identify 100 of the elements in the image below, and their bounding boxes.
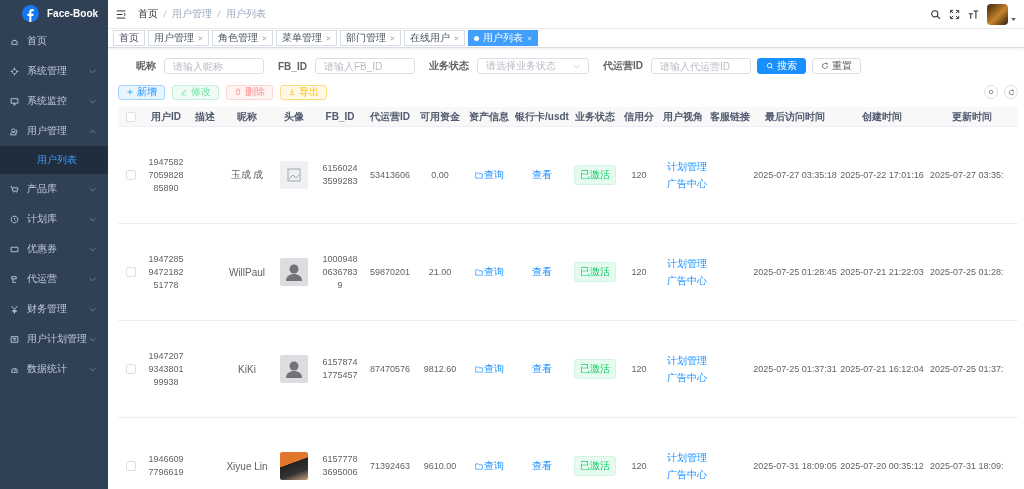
caret-icon[interactable]	[1011, 17, 1016, 21]
column-header: 昵称	[237, 110, 257, 122]
reset-button[interactable]: 重置	[811, 58, 861, 74]
search-button[interactable]: 搜索	[756, 58, 806, 74]
sidebar-item[interactable]: 优惠券	[0, 234, 108, 264]
table-cell: 53413606	[369, 170, 410, 180]
table-cell: 120	[631, 461, 647, 471]
sidebar-item[interactable]: 系统管理	[0, 56, 108, 86]
breadcrumb-item[interactable]: 首页	[138, 7, 158, 21]
column-header: FB_ID	[325, 111, 355, 122]
refresh-button[interactable]	[1004, 85, 1018, 99]
action-button[interactable]: 新增	[118, 84, 165, 100]
breadcrumb-item: 用户列表	[226, 7, 266, 21]
close-icon[interactable]	[326, 35, 331, 41]
fullscreen-icon[interactable]	[949, 8, 960, 20]
checkbox[interactable]	[126, 461, 136, 472]
checkbox[interactable]	[126, 364, 136, 375]
table-cell: 61560243599283	[322, 162, 358, 188]
query-link[interactable]: 查询	[474, 168, 504, 182]
link[interactable]: 广告中心	[667, 467, 707, 482]
sidebar-subitem[interactable]: 用户列表	[0, 146, 108, 174]
link[interactable]: 广告中心	[667, 176, 707, 191]
query-link[interactable]: 查询	[474, 265, 504, 279]
tab[interactable]: 菜单管理	[276, 30, 337, 46]
table-cell: 120	[631, 267, 647, 277]
column-header: 最后访问时间	[765, 110, 825, 122]
avatar-photo-placeholder[interactable]	[987, 3, 1008, 25]
table-cell: 100094806367839	[322, 252, 358, 292]
column-header: 创建时间	[862, 110, 902, 122]
link[interactable]: 广告中心	[667, 370, 707, 385]
checkbox[interactable]	[126, 112, 136, 123]
sidebar-item[interactable]: 数据统计	[0, 354, 108, 384]
table-cell: 2025-07-20 00:35:12	[840, 461, 924, 471]
sidebar-item[interactable]: 计划库	[0, 204, 108, 234]
status-tag: 已激活	[574, 456, 616, 476]
sidebar-item[interactable]: 首页	[0, 26, 108, 56]
status-select[interactable]: 请选择业务状态	[476, 58, 589, 74]
table-cell: 2025-07-25 01:37:31	[753, 364, 837, 374]
column-header: 代运营ID	[370, 110, 410, 122]
field-label: 代运营ID	[602, 59, 643, 73]
link[interactable]: 计划管理	[667, 159, 707, 174]
close-icon[interactable]	[198, 35, 203, 41]
column-header: 描述	[195, 110, 215, 122]
query-link[interactable]: 查询	[474, 362, 504, 376]
table-cell: 玉成 成	[230, 169, 264, 180]
link[interactable]: 计划管理	[667, 450, 707, 465]
table-cell: 120	[631, 170, 647, 180]
menu-icon[interactable]	[116, 9, 126, 19]
table-cell: 1947207934380199938	[148, 349, 184, 389]
table-cell: 2025-07-21 21:22:03	[840, 267, 924, 277]
download-icon	[288, 88, 296, 96]
close-icon[interactable]	[262, 35, 267, 41]
folder-icon	[474, 268, 483, 276]
tab[interactable]: 用户管理	[148, 30, 209, 46]
sidebar-item[interactable]: 用户计划管理	[0, 324, 108, 354]
view-link[interactable]: 查看	[532, 265, 552, 279]
column-header: 客服链接	[710, 110, 750, 122]
checkbox[interactable]	[126, 170, 136, 181]
table-cell: 71392463	[369, 461, 410, 471]
link[interactable]: 计划管理	[667, 256, 707, 271]
menu-item-icon	[10, 96, 19, 106]
view-link[interactable]: 查看	[532, 362, 552, 376]
sidebar-item[interactable]: 产品库	[0, 174, 108, 204]
plus-icon	[126, 88, 134, 96]
sidebar-item[interactable]: 系统监控	[0, 86, 108, 116]
link[interactable]: 计划管理	[667, 353, 707, 368]
input-field[interactable]: 请输入FB_ID	[314, 58, 415, 74]
tab[interactable]: 角色管理	[212, 30, 273, 46]
checkbox[interactable]	[126, 267, 136, 278]
tab[interactable]: 首页	[113, 30, 145, 46]
table-cell: 61578741775457	[322, 356, 358, 382]
menu-item-icon	[10, 214, 19, 224]
query-link[interactable]: 查询	[474, 459, 504, 473]
menu-item-icon	[10, 334, 19, 344]
view-link[interactable]: 查看	[532, 168, 552, 182]
menu-item-icon	[10, 126, 19, 136]
tab[interactable]: 用户列表	[468, 30, 538, 46]
close-icon[interactable]	[390, 35, 395, 41]
tab[interactable]: 部门管理	[340, 30, 401, 46]
sidebar-item[interactable]: 用户管理	[0, 116, 108, 146]
table-cell: 59870201	[369, 267, 410, 277]
view-link[interactable]: 查看	[532, 459, 552, 473]
breadcrumb-separator-icon	[163, 10, 167, 18]
font-size-icon[interactable]	[968, 8, 979, 20]
search-toggle-button[interactable]	[984, 85, 998, 99]
input-field[interactable]: 请输入代运营ID	[650, 58, 751, 74]
table-cell: 61577783695006	[322, 453, 358, 479]
link[interactable]: 广告中心	[667, 273, 707, 288]
table-cell: 87470576	[369, 364, 410, 374]
table-cell: 2025-07-27 03:35:	[930, 170, 1004, 180]
menu-item-icon	[10, 274, 19, 284]
close-icon[interactable]	[454, 35, 459, 41]
status-tag: 已激活	[574, 165, 616, 185]
tab[interactable]: 在线用户	[404, 30, 465, 46]
sidebar-item[interactable]: 财务管理	[0, 294, 108, 324]
menu-item-icon	[10, 184, 19, 194]
table-cell: 1947285947218251778	[148, 252, 184, 292]
sidebar-item[interactable]: 代运营	[0, 264, 108, 294]
status-tag: 已激活	[574, 359, 616, 379]
column-header: 头像	[284, 110, 304, 122]
